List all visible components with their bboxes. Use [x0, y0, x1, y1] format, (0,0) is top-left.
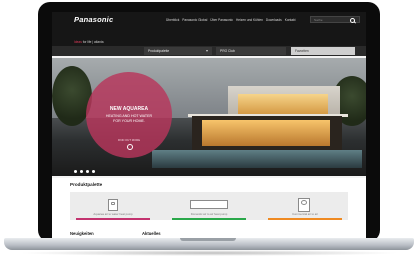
pool-image	[152, 150, 362, 168]
product-card-accent	[76, 218, 150, 220]
search-placeholder: Suche	[314, 18, 323, 22]
topnav-item[interactable]: Über Panasonic	[210, 18, 233, 22]
top-navigation: Überblick Panasonic Global Über Panasoni…	[166, 18, 296, 22]
slide-dot[interactable]	[80, 170, 83, 173]
topnav-item[interactable]: Überblick	[166, 18, 179, 22]
tagline-rest: for life | atlanta	[81, 40, 104, 44]
search-icon[interactable]	[350, 18, 355, 23]
product-card-label: Commercial air to air	[292, 212, 318, 216]
play-icon[interactable]	[127, 144, 133, 150]
slide-dot[interactable]	[86, 170, 89, 173]
house-upper-windows	[238, 94, 328, 114]
topnav-item[interactable]: Heizen und Kühlen	[236, 18, 263, 22]
product-dropdown[interactable]: Produktpalette	[144, 47, 212, 55]
favourites-button[interactable]: Favoriten	[291, 47, 355, 55]
search-input[interactable]: Suche	[310, 16, 360, 23]
slide-dot[interactable]	[92, 170, 95, 173]
topnav-item[interactable]: Panasonic Global	[182, 18, 207, 22]
product-card-accent	[268, 218, 342, 220]
product-section-title: Produktpalette	[70, 182, 103, 187]
brand-tagline: Ideas for life | atlanta	[74, 40, 104, 44]
fan-icon	[301, 200, 307, 205]
slide-indicator	[74, 170, 95, 173]
slide-dot[interactable]	[74, 170, 77, 173]
topnav-item[interactable]: Kontakt	[285, 18, 296, 22]
promo-subtitle-line2: FOR YOUR HOME.	[113, 119, 145, 123]
brand-logo[interactable]: Panasonic	[74, 15, 113, 24]
product-card-domestic[interactable]: Domestic air to air heat pump	[166, 194, 252, 222]
pro-club-button[interactable]: PRO Club	[216, 47, 286, 55]
product-card-aquarea[interactable]: Aquarea air to water heat pump	[70, 194, 156, 222]
hero-banner[interactable]: NEW AQUAREA HEATING AND HOT WATER FOR YO…	[52, 58, 366, 176]
chevron-down-icon	[206, 50, 208, 52]
product-card-label: Domestic air to air heat pump	[190, 212, 228, 216]
promo-title: NEW AQUAREA	[109, 106, 149, 112]
product-card-label: Aquarea air to water heat pump	[93, 212, 133, 216]
current-heading: Aktuelles	[142, 231, 161, 236]
topnav-item[interactable]: Downloads	[266, 18, 282, 22]
house-lower-windows	[202, 120, 330, 146]
laptop-shadow	[18, 250, 400, 256]
product-card-commercial[interactable]: Commercial air to air	[262, 194, 348, 222]
menu-bar: Produktpalette PRO Club Favoriten	[52, 46, 366, 56]
promo-find-out-more-link[interactable]: FIND OUT MORE	[86, 138, 172, 142]
product-dropdown-label: Produktpalette	[148, 49, 170, 53]
heat-pump-unit-icon	[108, 199, 118, 211]
news-heading: Neuigkeiten	[70, 231, 94, 236]
promo-subtitle-line1: HEATING AND HOT WATER	[105, 114, 153, 118]
product-section: Produktpalette Aquarea air to water heat…	[52, 178, 366, 238]
unit-display-icon	[111, 202, 115, 205]
tagline-accent: Ideas	[74, 40, 82, 44]
product-card-accent	[172, 218, 246, 220]
laptop-screen: Panasonic Ideas for life | atlanta Überb…	[52, 12, 366, 238]
laptop-notch	[180, 238, 236, 241]
wall-unit-icon	[190, 200, 228, 209]
